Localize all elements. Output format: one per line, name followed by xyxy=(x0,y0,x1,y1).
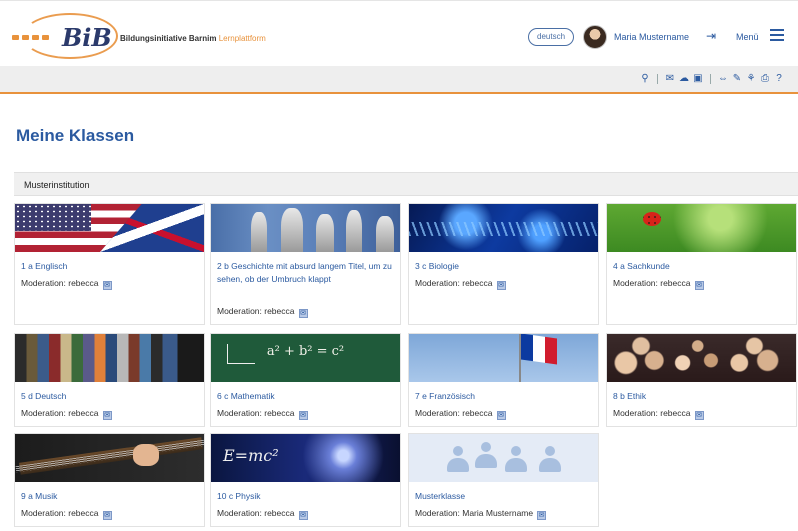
class-title-link[interactable]: 3 c Biologie xyxy=(415,260,593,273)
guitar-image xyxy=(15,434,204,482)
toolbar-divider xyxy=(657,73,658,84)
app-header: BiB Bildungsinitiative Barnim Lernplattf… xyxy=(0,0,798,66)
user-avatar[interactable] xyxy=(583,25,607,49)
class-title-link[interactable]: Musterklasse xyxy=(415,490,593,503)
moderation-line: Moderation: rebecca ✉ xyxy=(21,278,112,290)
class-title-link[interactable]: 8 b Ethik xyxy=(613,390,791,403)
class-title-link[interactable]: 6 c Mathematik xyxy=(217,390,395,403)
class-card-musterklasse[interactable]: Musterklasse Moderation: Maria Musternam… xyxy=(408,433,599,527)
message-icon[interactable]: ✉ xyxy=(102,411,112,420)
class-card-deutsch[interactable]: 5 d Deutsch Moderation: rebecca ✉ xyxy=(14,333,205,427)
logo-text: BiB xyxy=(62,23,112,52)
class-card-ethik[interactable]: 8 b Ethik Moderation: rebecca ✉ xyxy=(606,333,797,427)
logout-icon[interactable]: ⇥ xyxy=(706,29,716,43)
class-card-englisch[interactable]: 1 a Englisch Moderation: rebecca ✉ xyxy=(14,203,205,325)
group-photo-image xyxy=(607,334,796,382)
bib-logo[interactable]: BiB xyxy=(8,11,118,61)
toolbar-divider xyxy=(710,73,711,84)
class-card-geschichte[interactable]: 2 b Geschichte mit absurd langem Titel, … xyxy=(210,203,401,325)
moderation-line: Moderation: rebecca ✉ xyxy=(613,408,704,420)
moderation-text: Moderation: Maria Mustername xyxy=(415,508,534,518)
fullscreen-icon[interactable]: ⇔ xyxy=(718,73,728,84)
chalkboard-image: a² + b² = c² xyxy=(211,334,400,382)
user-switch-icon[interactable]: ⚲ xyxy=(640,73,650,84)
class-card-mathematik[interactable]: a² + b² = c² 6 c Mathematik Moderation: … xyxy=(210,333,401,427)
org-name-suffix: Lernplattform xyxy=(218,34,266,43)
moderation-text: Moderation: rebecca xyxy=(217,306,295,316)
org-name-main: Bildungsinitiative Barnim xyxy=(120,34,217,43)
message-icon[interactable]: ✉ xyxy=(298,309,308,318)
class-title-link[interactable]: 10 c Physik xyxy=(217,490,395,503)
message-icon[interactable]: ✉ xyxy=(694,281,704,290)
physics-formula-text: E=mc² xyxy=(223,446,279,465)
message-icon[interactable]: ✉ xyxy=(298,411,308,420)
message-icon[interactable]: ✉ xyxy=(298,511,308,520)
moderation-line: Moderation: rebecca ✉ xyxy=(415,408,506,420)
dna-image xyxy=(409,204,598,252)
us-uk-flag-image xyxy=(15,204,204,252)
moderation-text: Moderation: rebecca xyxy=(415,278,493,288)
hamburger-menu-icon[interactable] xyxy=(770,29,784,41)
forum-icon[interactable]: ▣ xyxy=(693,73,703,84)
language-button[interactable]: deutsch xyxy=(528,28,575,46)
moderation-text: Moderation: rebecca xyxy=(217,408,295,418)
moderation-line: Moderation: Maria Mustername ✉ xyxy=(415,508,547,520)
books-image xyxy=(15,334,204,382)
message-icon[interactable]: ✉ xyxy=(496,411,506,420)
moderation-line: Moderation: rebecca ✉ xyxy=(21,408,112,420)
moderation-line: Moderation: rebecca ✉ xyxy=(217,408,308,420)
class-title-link[interactable]: 7 e Französisch xyxy=(415,390,593,403)
message-icon[interactable]: ✉ xyxy=(102,281,112,290)
message-icon[interactable]: ✉ xyxy=(537,511,547,520)
institution-name: Musterinstitution xyxy=(24,180,90,190)
moderation-line: Moderation: rebecca ✉ xyxy=(217,306,308,318)
chat-icon[interactable]: ☁ xyxy=(679,73,689,84)
toolbar: ⚲ ✉ ☁ ▣ ⇔ ✎ ⚘ ⎙ ? xyxy=(0,66,798,94)
class-card-sachkunde[interactable]: 4 a Sachkunde Moderation: rebecca ✉ xyxy=(606,203,797,325)
moderation-text: Moderation: rebecca xyxy=(613,278,691,288)
edit-icon[interactable]: ✎ xyxy=(732,73,742,84)
class-title-link[interactable]: 4 a Sachkunde xyxy=(613,260,791,273)
print-icon[interactable]: ⎙ xyxy=(760,73,770,84)
galaxy-image: E=mc² xyxy=(211,434,400,482)
ladybug-image xyxy=(607,204,796,252)
french-flag-image xyxy=(409,334,598,382)
class-title-link[interactable]: 2 b Geschichte mit absurd langem Titel, … xyxy=(217,260,395,286)
class-card-biologie[interactable]: 3 c Biologie Moderation: rebecca ✉ xyxy=(408,203,599,325)
moderation-text: Moderation: rebecca xyxy=(21,408,99,418)
moderation-line: Moderation: rebecca ✉ xyxy=(415,278,506,290)
class-card-physik[interactable]: E=mc² 10 c Physik Moderation: rebecca ✉ xyxy=(210,433,401,527)
default-group-image xyxy=(409,434,598,482)
math-formula-text: a² + b² = c² xyxy=(266,344,345,359)
moderation-line: Moderation: rebecca ✉ xyxy=(613,278,704,290)
moderation-line: Moderation: rebecca ✉ xyxy=(21,508,112,520)
message-icon[interactable]: ✉ xyxy=(694,411,704,420)
moderation-line: Moderation: rebecca ✉ xyxy=(217,508,308,520)
institution-bar: Musterinstitution xyxy=(14,172,798,196)
network-icon[interactable]: ⚘ xyxy=(746,73,756,84)
menu-label[interactable]: Menü xyxy=(736,32,759,42)
org-name: Bildungsinitiative Barnim Lernplattform xyxy=(120,34,266,43)
toolbar-icons: ⚲ ✉ ☁ ▣ ⇔ ✎ ⚘ ⎙ ? xyxy=(640,73,784,84)
moderation-text: Moderation: rebecca xyxy=(613,408,691,418)
class-title-link[interactable]: 5 d Deutsch xyxy=(21,390,199,403)
moderation-text: Moderation: rebecca xyxy=(21,508,99,518)
page-title: Meine Klassen xyxy=(16,126,135,145)
moderation-text: Moderation: rebecca xyxy=(217,508,295,518)
class-title-link[interactable]: 9 a Musik xyxy=(21,490,199,503)
class-card-franzoesisch[interactable]: 7 e Französisch Moderation: rebecca ✉ xyxy=(408,333,599,427)
message-icon[interactable]: ✉ xyxy=(102,511,112,520)
moderation-text: Moderation: rebecca xyxy=(415,408,493,418)
mail-icon[interactable]: ✉ xyxy=(665,73,675,84)
message-icon[interactable]: ✉ xyxy=(496,281,506,290)
user-name-link[interactable]: Maria Mustername xyxy=(614,32,689,42)
class-card-musik[interactable]: 9 a Musik Moderation: rebecca ✉ xyxy=(14,433,205,527)
moderation-text: Moderation: rebecca xyxy=(21,278,99,288)
help-icon[interactable]: ? xyxy=(774,73,784,84)
statues-image xyxy=(211,204,400,252)
logo-dots-icon xyxy=(12,35,49,40)
class-title-link[interactable]: 1 a Englisch xyxy=(21,260,199,273)
